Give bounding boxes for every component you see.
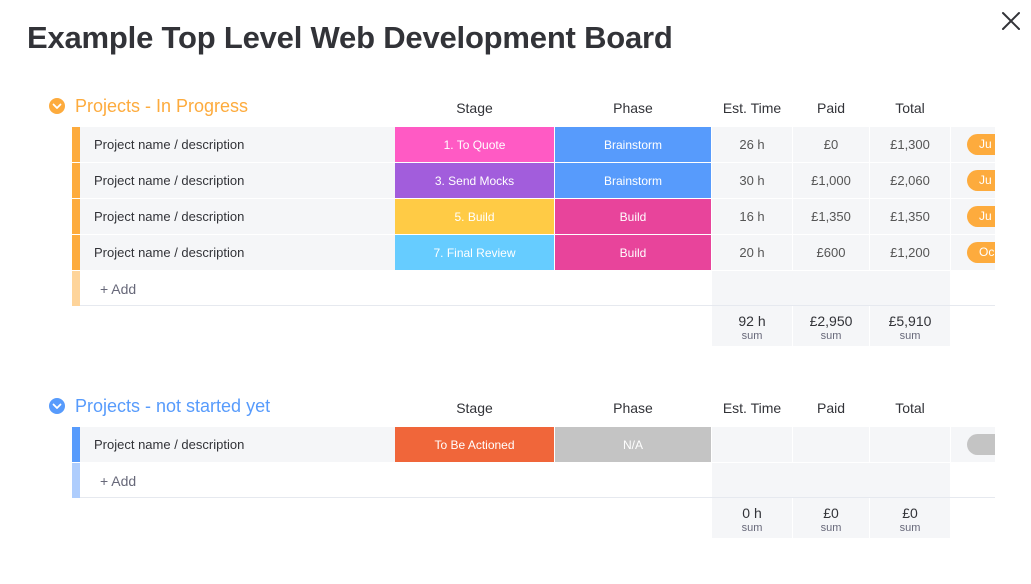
column-header-paid[interactable]: Paid (793, 400, 869, 416)
stage-status[interactable]: 1. To Quote (395, 127, 554, 162)
table-row[interactable]: Project name / description 7. Final Revi… (72, 235, 995, 270)
row-color-bar (72, 271, 80, 306)
add-item-button[interactable]: + Add (80, 271, 395, 306)
est-time-cell[interactable]: 26 h (712, 127, 792, 162)
column-header-phase[interactable]: Phase (555, 100, 711, 116)
row-name[interactable]: Project name / description (80, 199, 395, 234)
board-title: Example Top Level Web Development Board (27, 20, 673, 55)
paid-cell[interactable]: £1,000 (793, 163, 869, 198)
sum-value: 92 h (738, 313, 766, 329)
row-color-bar (72, 163, 80, 198)
est-time-cell[interactable]: 16 h (712, 199, 792, 234)
table-row[interactable]: Project name / description 3. Send Mocks… (72, 163, 995, 198)
est-time-sum: 92 h sum (712, 306, 792, 346)
sum-value: £0 (902, 505, 918, 521)
phase-status[interactable]: Brainstorm (555, 127, 711, 162)
column-header-stage[interactable]: Stage (395, 100, 554, 116)
close-icon[interactable] (998, 8, 1024, 34)
sum-label: sum (899, 330, 921, 342)
paid-sum: £0 sum (793, 498, 869, 538)
row-color-bar (72, 199, 80, 234)
table-row[interactable]: Project name / description 1. To Quote B… (72, 127, 995, 162)
stage-status[interactable]: 3. Send Mocks (395, 163, 554, 198)
column-header-stage[interactable]: Stage (395, 400, 554, 416)
date-tag[interactable] (967, 434, 995, 455)
sum-label: sum (741, 522, 763, 534)
sum-value: 0 h (742, 505, 762, 521)
add-item-row[interactable]: + Add (72, 463, 995, 498)
sum-label: sum (820, 330, 842, 342)
sum-value: £0 (823, 505, 839, 521)
column-header-est-time[interactable]: Est. Time (712, 400, 792, 416)
paid-cell[interactable]: £0 (793, 127, 869, 162)
phase-status[interactable]: Build (555, 235, 711, 270)
date-tag[interactable]: Ju (967, 206, 995, 227)
column-header-est-time[interactable]: Est. Time (712, 100, 792, 116)
row-color-bar (72, 463, 80, 498)
row-name[interactable]: Project name / description (80, 127, 395, 162)
total-sum: £5,910 sum (870, 306, 950, 346)
paid-cell[interactable] (793, 427, 869, 462)
chevron-down-icon[interactable] (49, 98, 65, 114)
row-name[interactable]: Project name / description (80, 163, 395, 198)
total-cell[interactable] (870, 427, 950, 462)
sum-label: sum (741, 330, 763, 342)
date-tag[interactable]: Ju (967, 170, 995, 191)
total-cell[interactable]: £1,200 (870, 235, 950, 270)
row-name[interactable]: Project name / description (80, 235, 395, 270)
phase-status[interactable]: Brainstorm (555, 163, 711, 198)
add-item-button[interactable]: + Add (80, 463, 395, 498)
phase-status[interactable]: Build (555, 199, 711, 234)
sum-label: sum (899, 522, 921, 534)
column-header-total[interactable]: Total (870, 400, 950, 416)
table-row[interactable]: Project name / description 5. Build Buil… (72, 199, 995, 234)
sum-value: £5,910 (888, 313, 932, 329)
total-cell[interactable]: £2,060 (870, 163, 950, 198)
row-color-bar (72, 127, 80, 162)
add-row-summary-cell (712, 463, 950, 498)
sum-value: £2,950 (809, 313, 853, 329)
row-color-bar (72, 427, 80, 462)
est-time-cell[interactable]: 30 h (712, 163, 792, 198)
paid-cell[interactable]: £1,350 (793, 199, 869, 234)
total-cell[interactable]: £1,300 (870, 127, 950, 162)
add-item-row[interactable]: + Add (72, 271, 995, 306)
group-title[interactable]: Projects - In Progress (75, 96, 248, 117)
date-tag[interactable]: Oc (967, 242, 995, 263)
phase-status[interactable]: N/A (555, 427, 711, 462)
est-time-sum: 0 h sum (712, 498, 792, 538)
total-cell[interactable]: £1,350 (870, 199, 950, 234)
column-header-paid[interactable]: Paid (793, 100, 869, 116)
add-row-summary-cell (712, 271, 950, 306)
stage-status[interactable]: 5. Build (395, 199, 554, 234)
chevron-down-icon[interactable] (49, 398, 65, 414)
group-header: Projects - In Progress Stage Phase Est. … (0, 92, 1031, 122)
column-header-phase[interactable]: Phase (555, 400, 711, 416)
sum-label: sum (820, 522, 842, 534)
paid-cell[interactable]: £600 (793, 235, 869, 270)
est-time-cell[interactable] (712, 427, 792, 462)
column-header-total[interactable]: Total (870, 100, 950, 116)
stage-status[interactable]: 7. Final Review (395, 235, 554, 270)
date-tag[interactable]: Ju (967, 134, 995, 155)
stage-status[interactable]: To Be Actioned (395, 427, 554, 462)
row-name[interactable]: Project name / description (80, 427, 395, 462)
est-time-cell[interactable]: 20 h (712, 235, 792, 270)
group-title[interactable]: Projects - not started yet (75, 396, 270, 417)
row-color-bar (72, 235, 80, 270)
table-row[interactable]: Project name / description To Be Actione… (72, 427, 995, 462)
group-header: Projects - not started yet Stage Phase E… (0, 392, 1031, 422)
total-sum: £0 sum (870, 498, 950, 538)
paid-sum: £2,950 sum (793, 306, 869, 346)
